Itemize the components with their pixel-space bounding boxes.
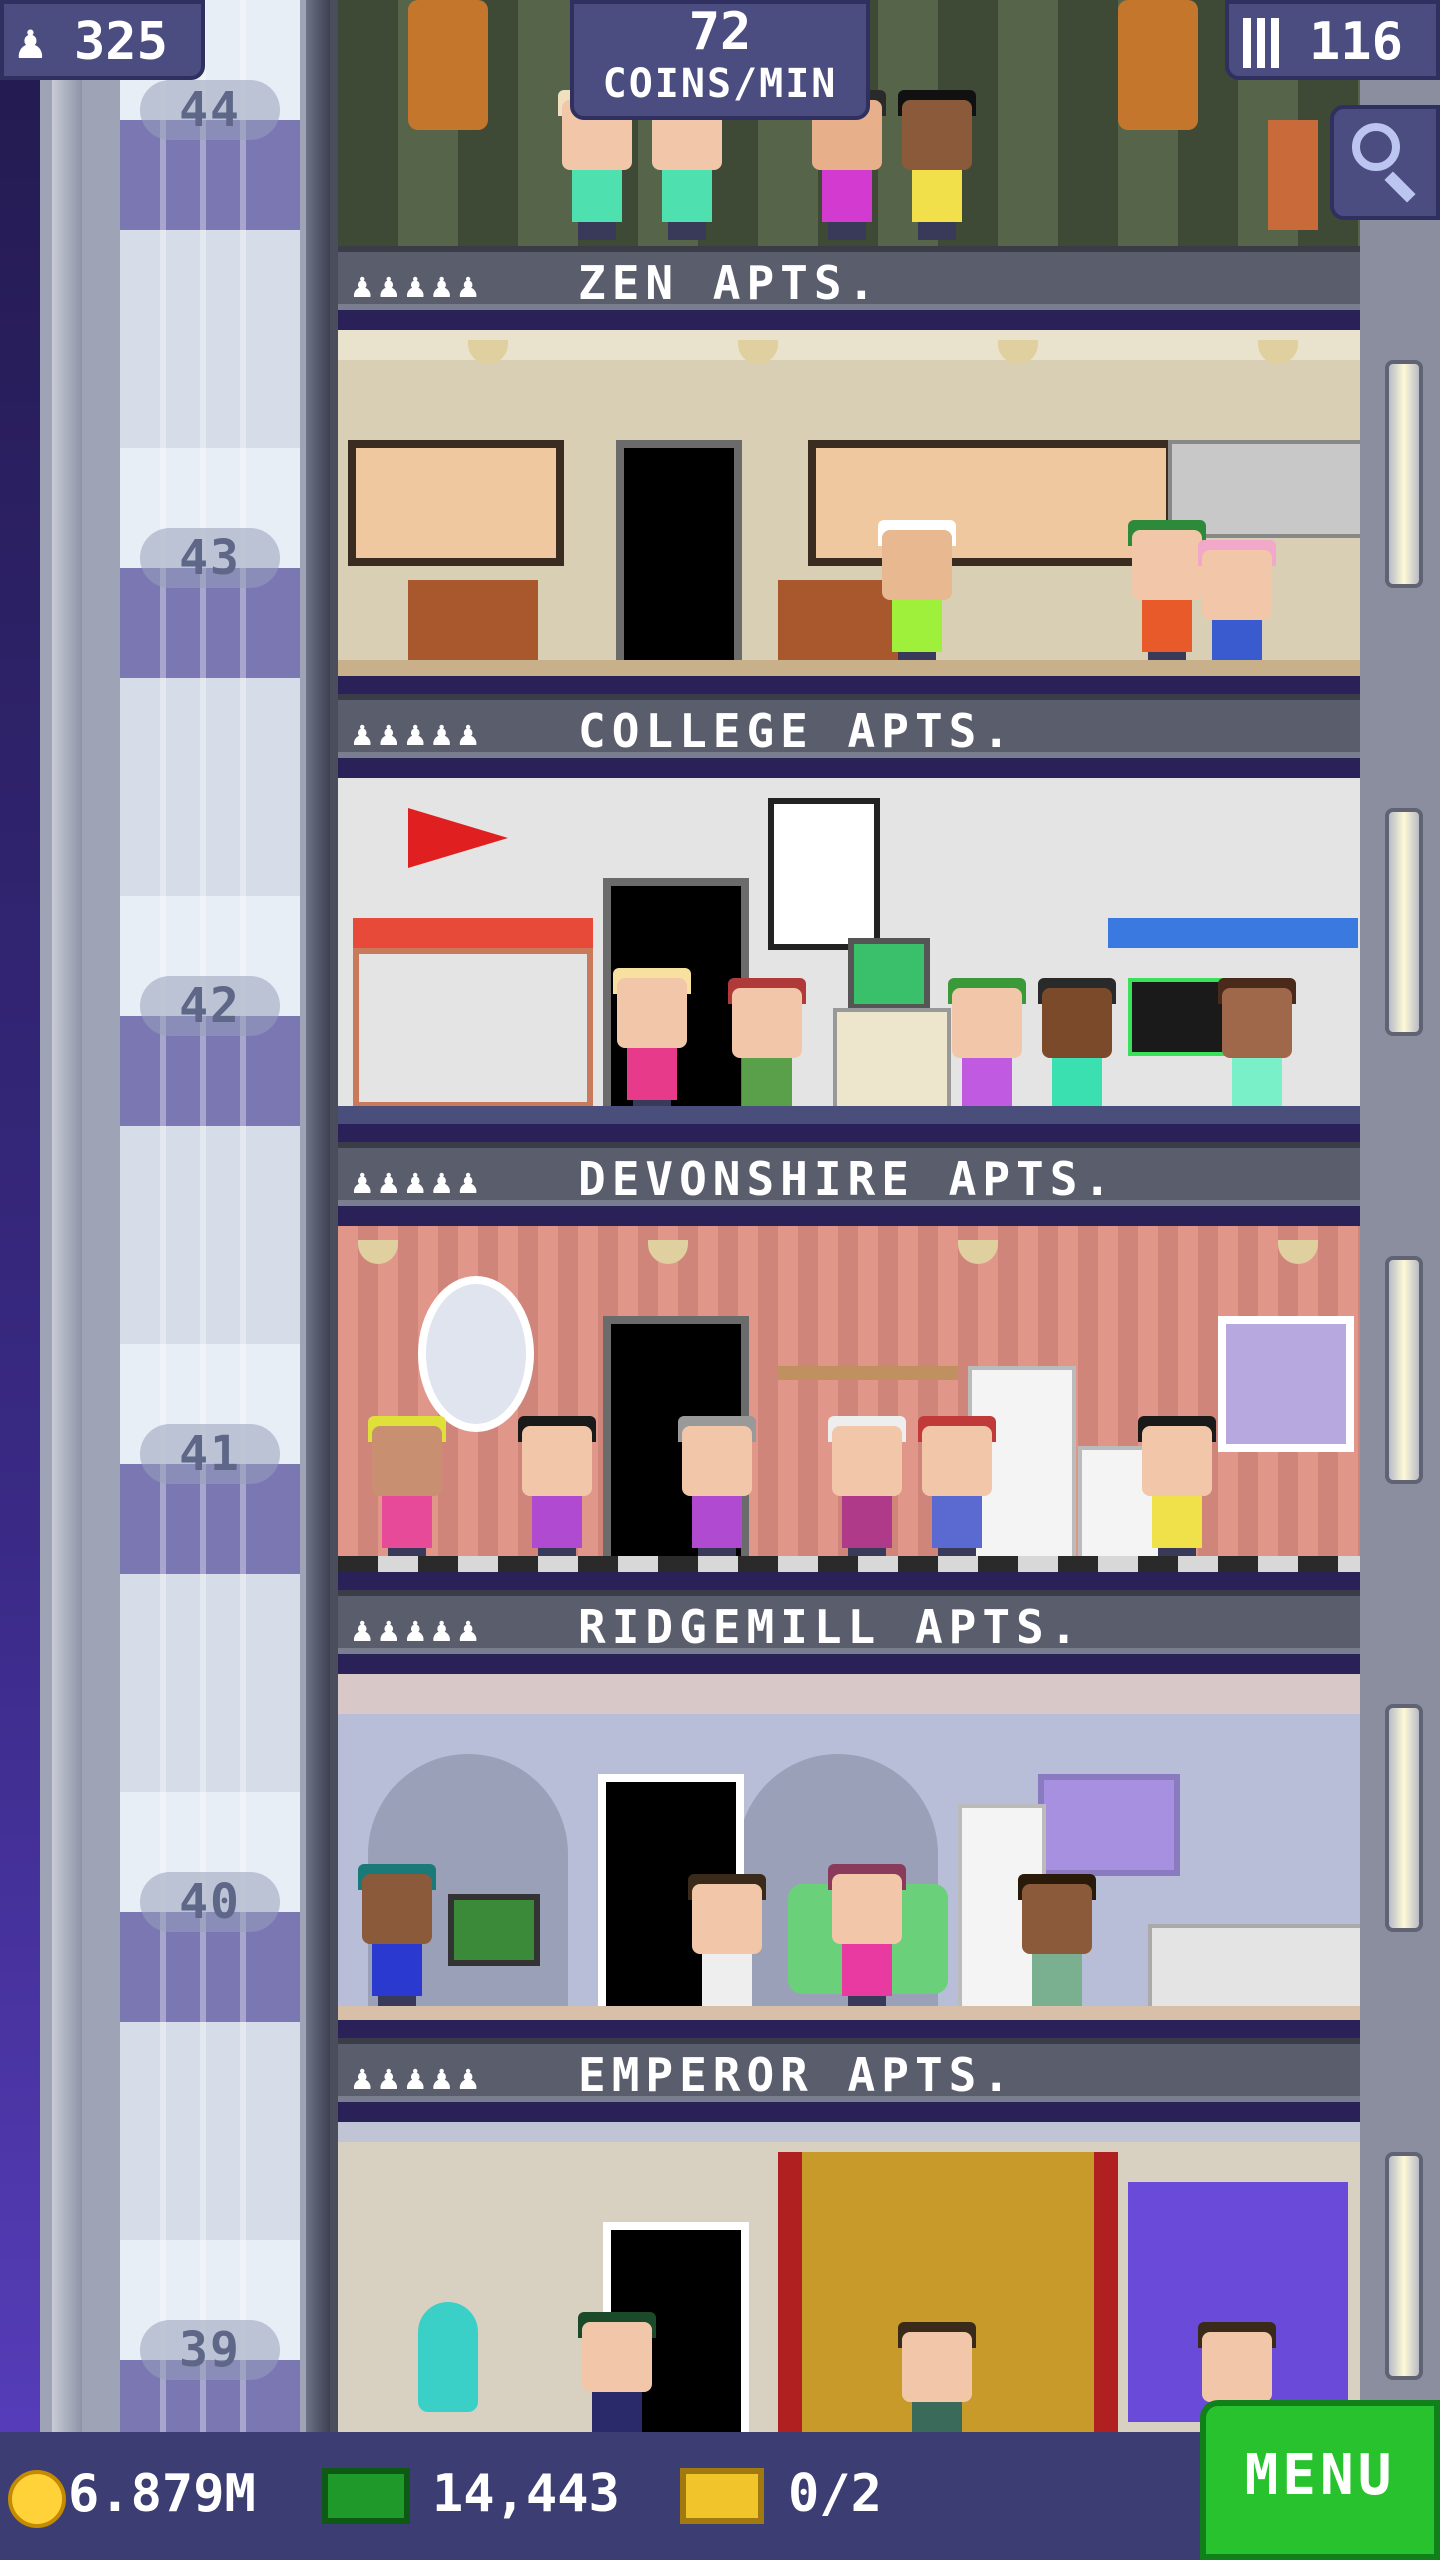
wall-light	[1385, 1256, 1423, 1484]
bitizen[interactable]	[1138, 1416, 1216, 1566]
elevator-column	[120, 0, 300, 2560]
bitizen[interactable]	[898, 90, 976, 240]
bitizen[interactable]	[808, 90, 886, 240]
bitizen[interactable]	[578, 2312, 656, 2432]
computer-monitor	[448, 1894, 540, 1966]
buddha-statue	[1118, 0, 1198, 130]
bux-value: 14,443	[432, 2464, 620, 2524]
poster	[768, 798, 880, 950]
bitizen[interactable]	[678, 1416, 756, 1566]
bitizen[interactable]	[613, 968, 691, 1118]
bitizen[interactable]	[878, 520, 956, 670]
vase	[418, 2302, 478, 2412]
bitizen[interactable]	[358, 1864, 436, 2014]
bux-icon	[322, 2468, 410, 2524]
floor-number-39: 39	[140, 2320, 280, 2380]
pennant-flag	[408, 808, 508, 868]
sky-backdrop	[0, 0, 40, 2560]
room-door[interactable]	[616, 440, 742, 676]
bitizen[interactable]	[648, 90, 726, 240]
wall-light	[1385, 808, 1423, 1036]
bitizen[interactable]	[1038, 978, 1116, 1124]
window	[348, 440, 564, 566]
floor-43-banner[interactable]: ♟♟♟♟♟ COLLEGE APTS.	[338, 694, 1360, 758]
wall-light	[1385, 2152, 1423, 2380]
floor-39-room[interactable]	[338, 2122, 1360, 2432]
bitizen[interactable]	[948, 978, 1026, 1124]
resident-icons: ♟♟♟♟♟	[352, 714, 485, 754]
floor-name: RIDGEMILL APTS.	[578, 1600, 1084, 1654]
floor-40-banner[interactable]: ♟♟♟♟♟ EMPEROR APTS.	[338, 2038, 1360, 2102]
floor-number-42: 42	[140, 976, 280, 1036]
coins-value: 6.879M	[68, 2464, 256, 2524]
floor-41-banner[interactable]: ♟♟♟♟♟ RIDGEMILL APTS.	[338, 1590, 1360, 1654]
floors-counter[interactable]: 116	[1225, 0, 1440, 80]
resident-icons: ♟♟♟♟♟	[352, 266, 485, 306]
floor-name: DEVONSHIRE APTS.	[578, 1152, 1118, 1206]
shaft-rail-left	[52, 0, 82, 2560]
floor-41-room[interactable]	[338, 1226, 1360, 1572]
bunk-bed	[1108, 918, 1358, 948]
vip-ticket-icon	[680, 2468, 764, 2524]
bitizen[interactable]	[1198, 540, 1276, 676]
magnifier-icon	[1352, 123, 1400, 171]
wall-shelf	[778, 1366, 958, 1380]
potted-plant	[1268, 120, 1318, 230]
resident-icons: ♟♟♟♟♟	[352, 2058, 485, 2098]
bitizen[interactable]	[558, 90, 636, 240]
floor-number-44: 44	[140, 80, 280, 140]
resident-icons: ♟♟♟♟♟	[352, 1610, 485, 1650]
floor-number-41: 41	[140, 1424, 280, 1484]
vip-value: 0/2	[788, 2464, 882, 2524]
floor-number-40: 40	[140, 1872, 280, 1932]
floor-name: EMPEROR APTS.	[578, 2048, 1017, 2102]
bitizen[interactable]	[1128, 520, 1206, 670]
elevator-shaft[interactable]: 44 43 42 41 40 39	[40, 0, 330, 2560]
buddha-statue	[408, 0, 488, 130]
window	[1218, 1316, 1354, 1452]
floor-42-banner[interactable]: ♟♟♟♟♟ DEVONSHIRE APTS.	[338, 1142, 1360, 1206]
floor-42-room[interactable]	[338, 778, 1360, 1124]
bitizen[interactable]	[518, 1416, 596, 1566]
computer-monitor	[1128, 978, 1226, 1056]
floor-name: COLLEGE APTS.	[578, 704, 1017, 758]
search-button[interactable]	[1330, 105, 1440, 220]
coin-icon	[8, 2470, 66, 2528]
floor-40-room[interactable]	[338, 1674, 1360, 2020]
tv-screen	[848, 938, 930, 1010]
building-icon	[1243, 18, 1283, 68]
resident-icons: ♟♟♟♟♟	[352, 1162, 485, 1202]
wall-light	[1385, 1704, 1423, 1932]
population-icon: ♟	[16, 14, 45, 70]
population-counter[interactable]: ♟ 325	[0, 0, 205, 80]
shaft-rail-right	[306, 0, 330, 2560]
bitizen[interactable]	[918, 1416, 996, 1566]
window	[1038, 1774, 1180, 1876]
coins-rate-panel: 72 COINS/MIN	[570, 0, 870, 120]
bitizen[interactable]	[828, 1416, 906, 1566]
coins-rate-unit: COINS/MIN	[602, 61, 838, 107]
bitizen[interactable]	[898, 2322, 976, 2432]
floor-44-banner[interactable]: ♟♟♟♟♟ ZEN APTS.	[338, 246, 1360, 310]
floor-name: ZEN APTS.	[578, 256, 882, 310]
bitizen[interactable]	[728, 978, 806, 1124]
population-value: 325	[74, 12, 168, 72]
bitizen[interactable]	[1218, 978, 1296, 1124]
wall-light	[1385, 360, 1423, 588]
bitizen[interactable]	[688, 1874, 766, 2020]
menu-button[interactable]: MENU	[1200, 2400, 1440, 2560]
building-girder	[330, 0, 338, 2560]
bunk-bed	[353, 918, 593, 948]
coins-rate-value: 72	[688, 2, 752, 62]
wall-mirror	[418, 1276, 534, 1432]
bitizen[interactable]	[828, 1864, 906, 2014]
floor-number-43: 43	[140, 528, 280, 588]
bitizen[interactable]	[368, 1416, 446, 1566]
window	[808, 440, 1174, 566]
floor-43-room[interactable]	[338, 330, 1360, 676]
floors-value: 116	[1309, 12, 1403, 72]
bitizen[interactable]	[1018, 1874, 1096, 2020]
